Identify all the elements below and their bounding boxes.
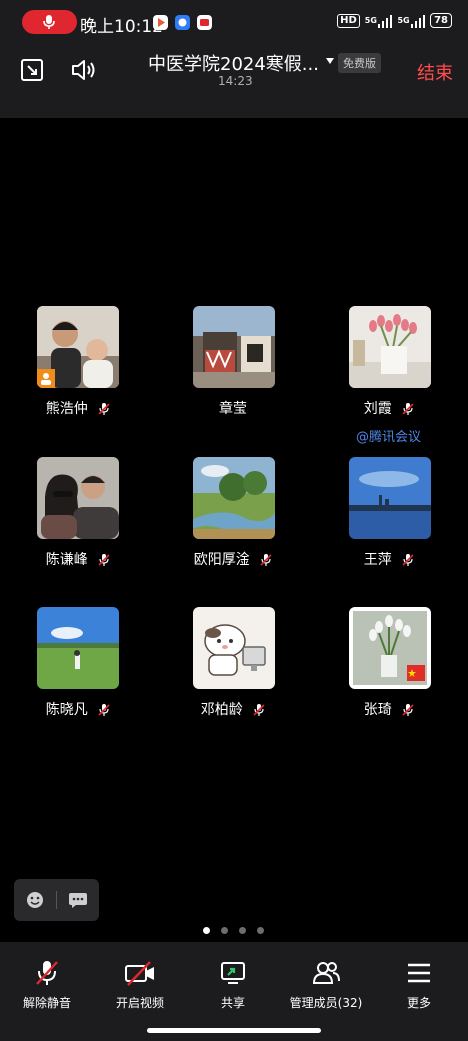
participant-name: 陈谦峰: [13, 549, 143, 569]
meeting-duration: 14:23: [218, 74, 253, 88]
divider: [56, 891, 57, 909]
page-dot[interactable]: [239, 927, 246, 934]
participant-avatar-chen-qianfeng[interactable]: [37, 457, 119, 539]
status-bar: 晚上10:12 HD 5G 5G 78: [0, 0, 468, 46]
hd-voice-label: HD: [337, 13, 360, 28]
manage-members-button[interactable]: 管理成员(32): [281, 958, 371, 1011]
page-indicator[interactable]: [203, 927, 264, 934]
participant-name: 张琦: [324, 699, 454, 719]
mic-muted-icon: [98, 403, 110, 415]
quick-chat-box: [14, 879, 99, 921]
picture-in-picture-icon[interactable]: [20, 58, 44, 82]
chat-icon[interactable]: [68, 891, 88, 909]
participant-avatar-zhang-qi[interactable]: [349, 607, 431, 689]
page-dot-active[interactable]: [203, 927, 210, 934]
tencent-meeting-watermark: @腾讯会议: [356, 430, 422, 445]
meeting-header: 中医学院2024寒假... 免费版 14:23 结束: [0, 46, 468, 118]
recording-indicator[interactable]: [22, 10, 77, 34]
participant-avatar-ouyang[interactable]: [193, 457, 275, 539]
signal-bars-icon: [377, 14, 393, 28]
plan-badge: 免费版: [338, 53, 381, 73]
participant-name: 陈晓凡: [13, 699, 143, 719]
system-indicators: HD 5G 5G 78: [337, 13, 452, 28]
participant-name: 邓柏龄: [168, 699, 298, 719]
mic-muted-icon: [253, 704, 265, 716]
participant-avatar-liu-xia[interactable]: [349, 306, 431, 388]
battery-indicator: 78: [430, 13, 452, 28]
participant-avatar-deng-bailing[interactable]: [193, 607, 275, 689]
participant-name: 欧阳厚淦: [168, 549, 298, 569]
mic-off-icon: [36, 961, 58, 985]
signal-type: 5G: [364, 16, 377, 25]
video-app-icon: [153, 15, 168, 30]
speaker-icon[interactable]: [70, 57, 98, 83]
video-off-icon: [125, 961, 154, 986]
menu-icon: [408, 963, 430, 983]
clock: 晚上10:12: [80, 17, 163, 37]
mic-muted-icon: [402, 403, 414, 415]
participant-avatar-wang-ping[interactable]: [349, 457, 431, 539]
mic-muted-icon: [260, 554, 272, 566]
home-indicator[interactable]: [147, 1028, 321, 1033]
mic-muted-icon: [402, 554, 414, 566]
emoji-icon[interactable]: [26, 891, 44, 909]
signal-type-2: 5G: [397, 16, 410, 25]
chevron-down-icon[interactable]: [326, 58, 334, 64]
participant-avatar-xiong[interactable]: [37, 306, 119, 388]
share-screen-icon: [221, 962, 245, 984]
members-icon: [312, 962, 340, 984]
page-dot[interactable]: [257, 927, 264, 934]
participant-avatar-zhang-ying[interactable]: [193, 306, 275, 388]
participant-avatar-chen-xiaofan[interactable]: [37, 607, 119, 689]
browser-app-icon: [175, 15, 190, 30]
bottom-toolbar: 解除静音 开启视频 共享 管理成员(32) 更多: [0, 942, 468, 1041]
page-dot[interactable]: [221, 927, 228, 934]
participant-name: 章莹: [219, 401, 247, 417]
meeting-title[interactable]: 中医学院2024寒假...: [148, 50, 319, 76]
mic-muted-icon: [98, 554, 110, 566]
unmute-button[interactable]: 解除静音: [2, 958, 92, 1011]
mic-muted-icon: [402, 704, 414, 716]
signal-bars-icon-2: [410, 14, 426, 28]
participant-name: 刘霞: [324, 398, 454, 418]
end-meeting-button[interactable]: 结束: [417, 59, 453, 85]
mobile-app-icon: [197, 15, 212, 30]
participant-name: 熊浩仲: [13, 398, 143, 418]
share-button[interactable]: 共享: [188, 958, 278, 1011]
start-video-button[interactable]: 开启视频: [95, 958, 185, 1011]
mic-muted-icon: [98, 704, 110, 716]
more-button[interactable]: 更多: [374, 958, 464, 1011]
microphone-icon: [43, 15, 55, 29]
participant-name: 王萍: [324, 549, 454, 569]
